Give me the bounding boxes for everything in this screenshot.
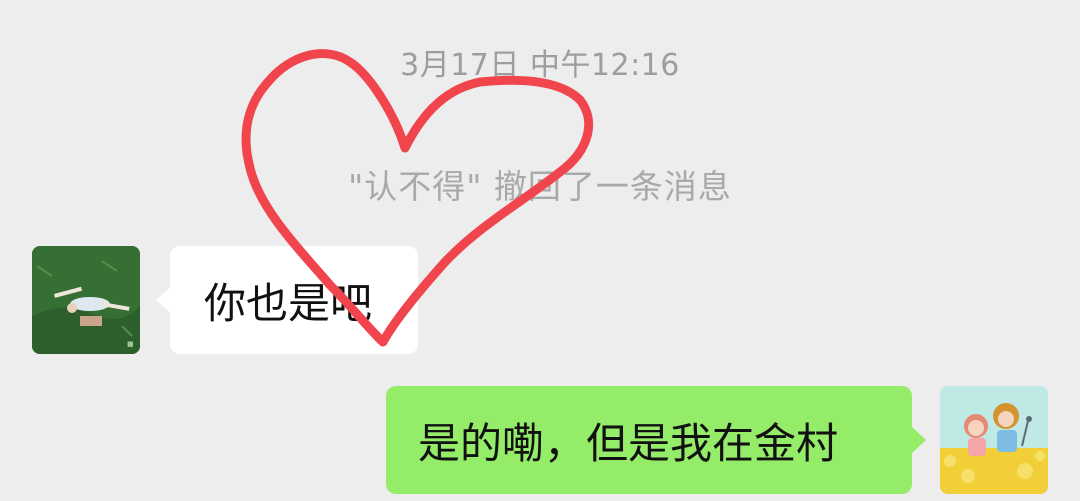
recall-notice: "认不得" 撤回了一条消息 <box>348 167 732 206</box>
message-text: 是的嘞，但是我在金村 <box>418 418 839 468</box>
message-bubble-sent[interactable]: 是的嘞，但是我在金村 <box>386 386 926 494</box>
sender-avatar[interactable]: ■ <box>32 246 140 354</box>
avatar-cartoon-kids-flowers-icon <box>940 386 1048 494</box>
avatar-girl-on-grass-icon: ■ <box>32 246 140 354</box>
chat-view: 3月17日 中午12:16 "认不得" 撤回了一条消息 ■ 你也是吧 是的嘞，但… <box>0 0 1080 501</box>
svg-text:■: ■ <box>127 340 134 348</box>
message-timestamp: 3月17日 中午12:16 <box>400 48 680 83</box>
message-text: 你也是吧 <box>204 278 373 328</box>
my-avatar[interactable] <box>940 386 1048 494</box>
message-bubble-received[interactable]: 你也是吧 <box>156 246 418 354</box>
